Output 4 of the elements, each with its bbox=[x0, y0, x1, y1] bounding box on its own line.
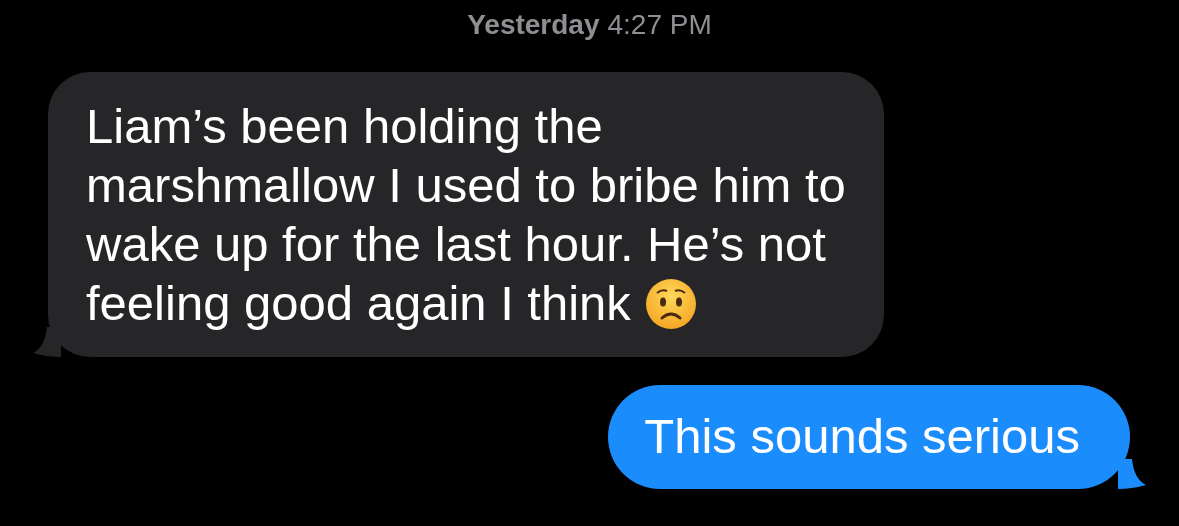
message-text: This sounds serious bbox=[644, 409, 1080, 463]
message-text: Liam’s been holding the marshmallow I used to bribe him to wake up for the last hour. He’s not feeling good again I think bbox=[86, 99, 846, 330]
timestamp-day: Yesterday bbox=[467, 6, 600, 44]
timestamp-time: 4:27 PM bbox=[607, 8, 712, 42]
